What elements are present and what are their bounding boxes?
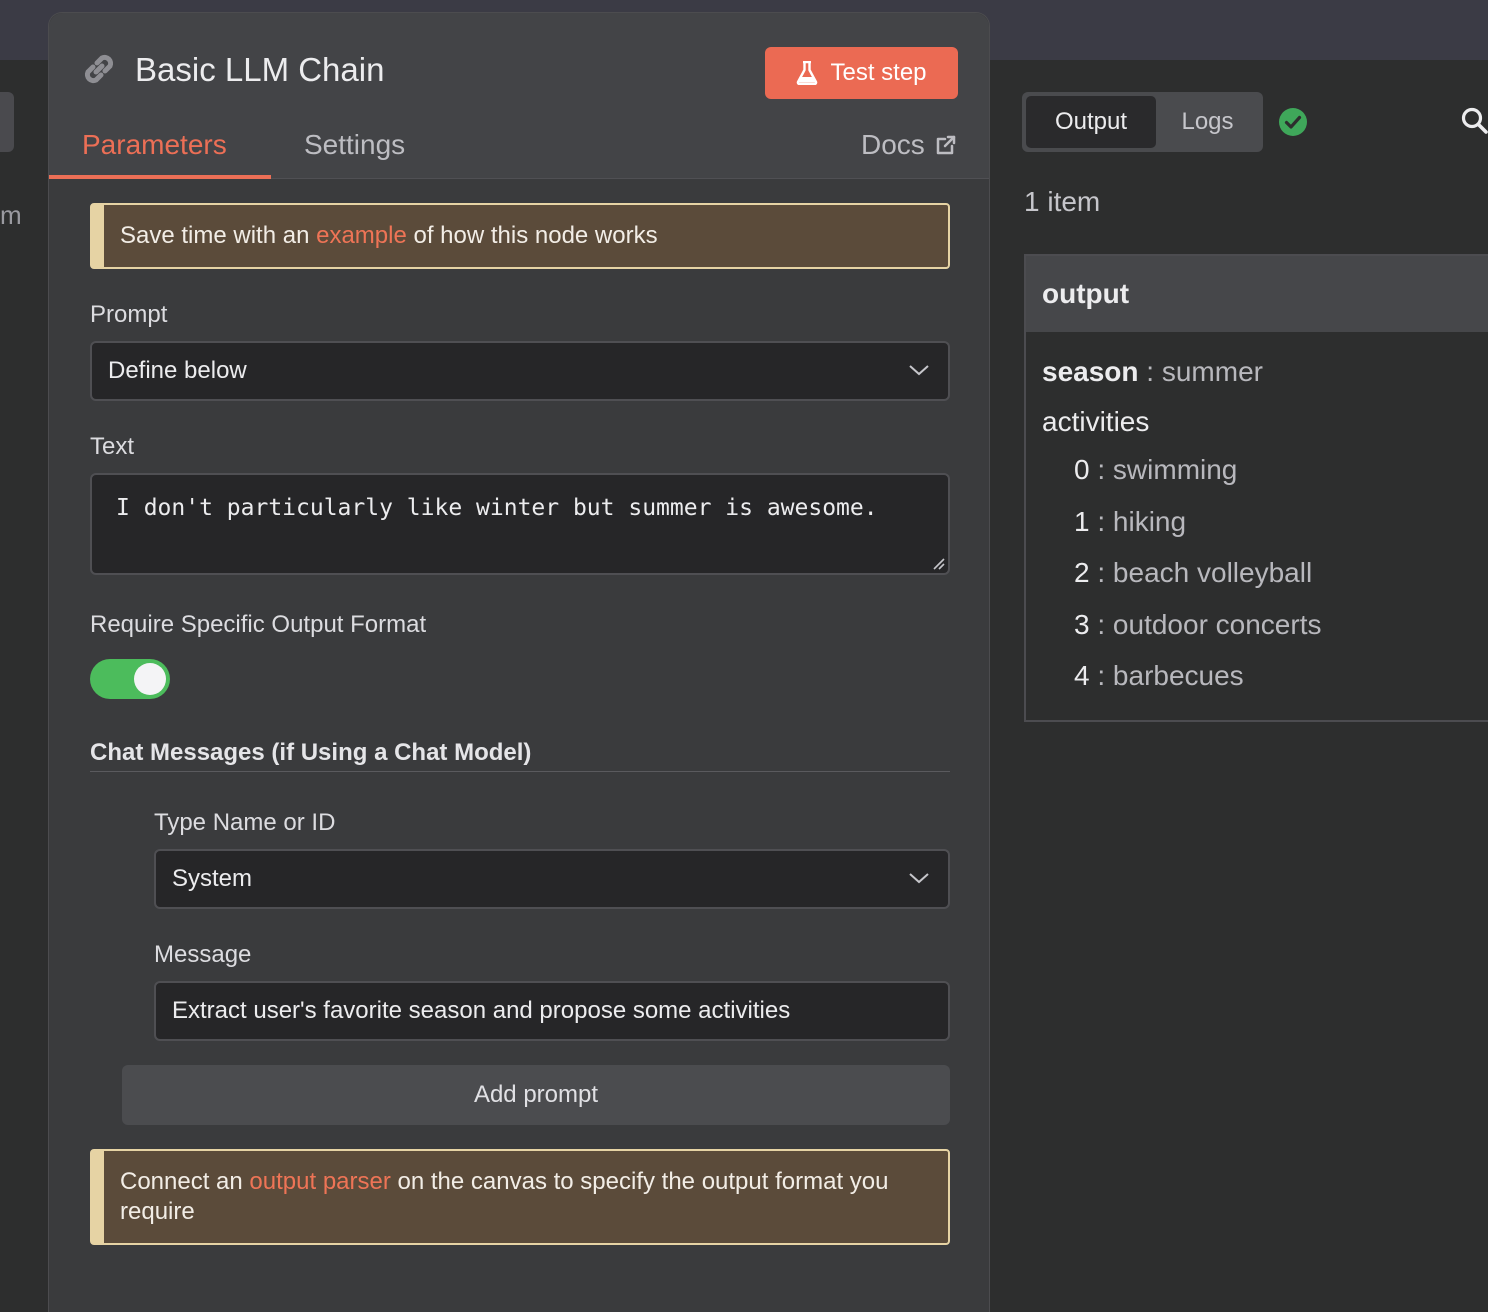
tab-output[interactable]: Output (1026, 96, 1156, 148)
season-row: season : summer (1042, 356, 1263, 388)
activity-index: 2 (1074, 557, 1090, 588)
key-separator: : (1138, 356, 1162, 387)
activity-row: 2 : beach volleyball (1074, 557, 1313, 588)
activity-index: 1 (1074, 506, 1090, 537)
output-parser-callout: Connect an output parser on the canvas t… (90, 1149, 950, 1245)
canvas-edge-text: m (0, 200, 22, 230)
output-format-toggle[interactable] (90, 659, 170, 699)
canvas-node-stub[interactable] (0, 92, 14, 152)
activity-value: beach volleyball (1112, 557, 1313, 588)
message-input-value: Extract user's favorite season and propo… (172, 997, 791, 1024)
search-icon[interactable] (1460, 106, 1488, 136)
callout-text: of how this node works (406, 222, 658, 249)
external-link-icon (936, 135, 956, 155)
activity-index: 0 (1074, 454, 1090, 485)
resize-handle-icon[interactable] (931, 556, 945, 570)
chevron-down-icon (909, 365, 929, 376)
activities-key: activities (1042, 406, 1150, 437)
section-divider (90, 771, 950, 772)
type-select[interactable]: System (154, 849, 950, 909)
docs-label: Docs (861, 129, 925, 160)
example-callout: Save time with an example of how this no… (90, 203, 950, 269)
output-logs-switch: Output Logs (1022, 92, 1263, 152)
example-link[interactable]: example (316, 222, 407, 249)
success-check-icon (1279, 108, 1307, 136)
chain-link-icon (84, 54, 114, 84)
toggle-knob (134, 663, 166, 695)
output-header: output (1026, 256, 1488, 332)
tab-logs[interactable]: Logs (1156, 96, 1259, 148)
season-key: season (1042, 356, 1139, 387)
prompt-select[interactable]: Define below (90, 341, 950, 401)
activity-value: outdoor concerts (1112, 609, 1322, 640)
item-count: 1 item (1024, 186, 1101, 217)
add-prompt-button[interactable]: Add prompt (122, 1065, 950, 1125)
activity-row: 3 : outdoor concerts (1074, 609, 1322, 640)
prompt-select-value: Define below (108, 357, 247, 384)
output-parser-link[interactable]: output parser (249, 1168, 390, 1195)
activity-value: hiking (1112, 506, 1187, 537)
panel-header: Basic LLM Chain Test step Parameters Set… (49, 13, 989, 179)
activity-row: 1 : hiking (1074, 506, 1187, 537)
tab-parameters[interactable]: Parameters (82, 129, 227, 161)
test-step-button[interactable]: Test step (765, 47, 958, 99)
type-select-value: System (172, 865, 253, 892)
text-label: Text (90, 433, 135, 460)
prompt-label: Prompt (90, 301, 168, 328)
chevron-down-icon (909, 873, 929, 884)
callout-text: Save time with an (120, 222, 317, 249)
node-title: Basic LLM Chain (135, 51, 385, 88)
activity-value: barbecues (1112, 660, 1244, 691)
type-label: Type Name or ID (154, 809, 336, 836)
activity-value: swimming (1112, 454, 1238, 485)
activities-key-row: activities (1042, 406, 1149, 438)
test-step-label: Test step (830, 59, 927, 86)
node-parameters-panel: Basic LLM Chain Test step Parameters Set… (48, 12, 990, 1312)
output-header-label: output (1042, 278, 1130, 309)
add-prompt-label: Add prompt (473, 1081, 599, 1108)
output-format-label: Require Specific Output Format (90, 611, 427, 638)
text-input-value: I don't particularly like winter but sum… (116, 495, 878, 521)
activity-index: 4 (1074, 660, 1090, 691)
output-json-view: output season : summer activities 0 : sw… (1024, 254, 1488, 722)
activity-index: 3 (1074, 609, 1090, 640)
chat-messages-title: Chat Messages (if Using a Chat Model) (90, 739, 532, 766)
season-value: summer (1161, 356, 1263, 387)
callout-text: Connect an (120, 1168, 250, 1195)
docs-link[interactable]: Docs (861, 129, 957, 161)
text-input[interactable]: I don't particularly like winter but sum… (90, 473, 950, 575)
activity-row: 0 : swimming (1074, 454, 1238, 485)
tab-settings[interactable]: Settings (304, 129, 405, 161)
flask-icon (797, 61, 818, 85)
active-tab-indicator (49, 175, 271, 179)
activity-row: 4 : barbecues (1074, 660, 1244, 691)
message-label: Message (154, 941, 252, 968)
message-input[interactable]: Extract user's favorite season and propo… (154, 981, 950, 1041)
